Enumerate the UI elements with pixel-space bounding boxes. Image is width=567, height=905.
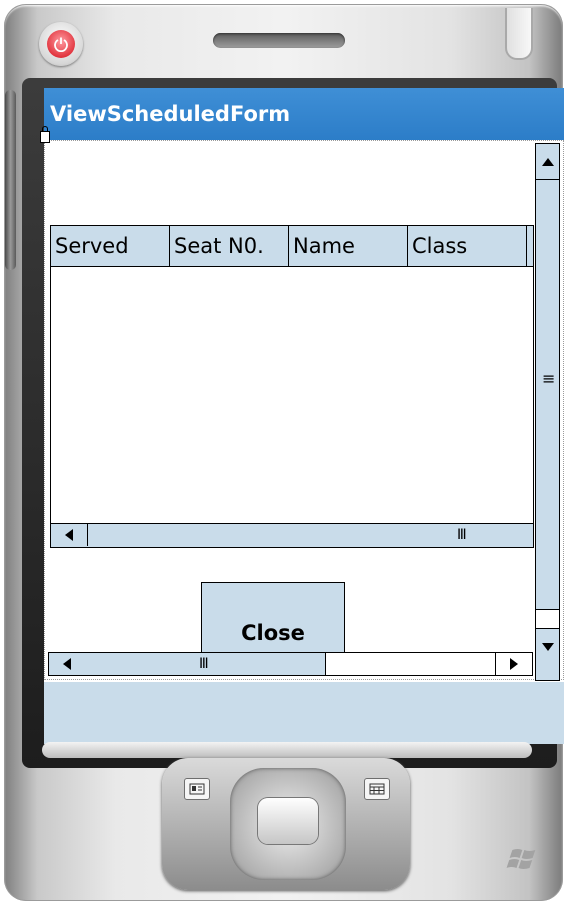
arrow-up-icon xyxy=(541,157,554,166)
form-vertical-scrollbar[interactable]: ≡ xyxy=(535,143,560,681)
column-header-name[interactable]: Name xyxy=(289,226,408,266)
form-scroll-left-button[interactable] xyxy=(49,653,86,675)
grip-icon[interactable]: ≡ xyxy=(542,368,555,390)
form-horizontal-scrollbar[interactable]: Ⅲ xyxy=(48,652,533,676)
calendar-icon[interactable] xyxy=(364,778,390,800)
column-header-served[interactable]: Served xyxy=(51,226,170,266)
device-screen: ViewScheduledForm ≡ Served Seat N0. Name… xyxy=(44,88,564,744)
windows-logo-icon xyxy=(505,846,541,876)
contacts-icon[interactable] xyxy=(184,778,210,800)
column-header-class[interactable]: Class xyxy=(408,226,527,266)
lock-icon xyxy=(40,126,50,143)
power-icon xyxy=(47,30,75,58)
grip-icon[interactable]: Ⅲ xyxy=(457,524,467,546)
dpad-center-button[interactable] xyxy=(258,798,318,844)
arrow-down-icon xyxy=(541,642,554,651)
grip-icon: Ⅲ xyxy=(199,656,209,672)
arrow-left-icon xyxy=(63,658,71,670)
grid-horizontal-scrollbar[interactable]: Ⅲ xyxy=(51,523,533,547)
form-scroll-thumb[interactable]: Ⅲ xyxy=(85,653,326,675)
scheduled-grid[interactable]: Served Seat N0. Name Class Ⅲ xyxy=(50,225,534,548)
grid-scroll-left-button[interactable] xyxy=(51,524,88,546)
menu-bar[interactable] xyxy=(44,682,564,744)
column-header-seat-no[interactable]: Seat N0. xyxy=(170,226,289,266)
close-button[interactable]: Close xyxy=(201,582,345,656)
speaker-grille xyxy=(213,33,345,48)
form-scroll-right-button[interactable] xyxy=(495,653,532,675)
arrow-left-icon xyxy=(65,529,73,541)
soft-key-bar xyxy=(42,742,532,758)
scroll-down-button[interactable] xyxy=(536,628,559,664)
side-rail xyxy=(5,90,16,270)
stylus-slot xyxy=(505,8,533,60)
power-button[interactable] xyxy=(39,22,83,66)
window-title: ViewScheduledForm xyxy=(44,88,564,140)
scroll-up-button[interactable] xyxy=(536,144,559,180)
grid-header: Served Seat N0. Name Class xyxy=(51,226,533,267)
scroll-thumb[interactable] xyxy=(536,609,559,629)
arrow-right-icon xyxy=(510,658,518,670)
